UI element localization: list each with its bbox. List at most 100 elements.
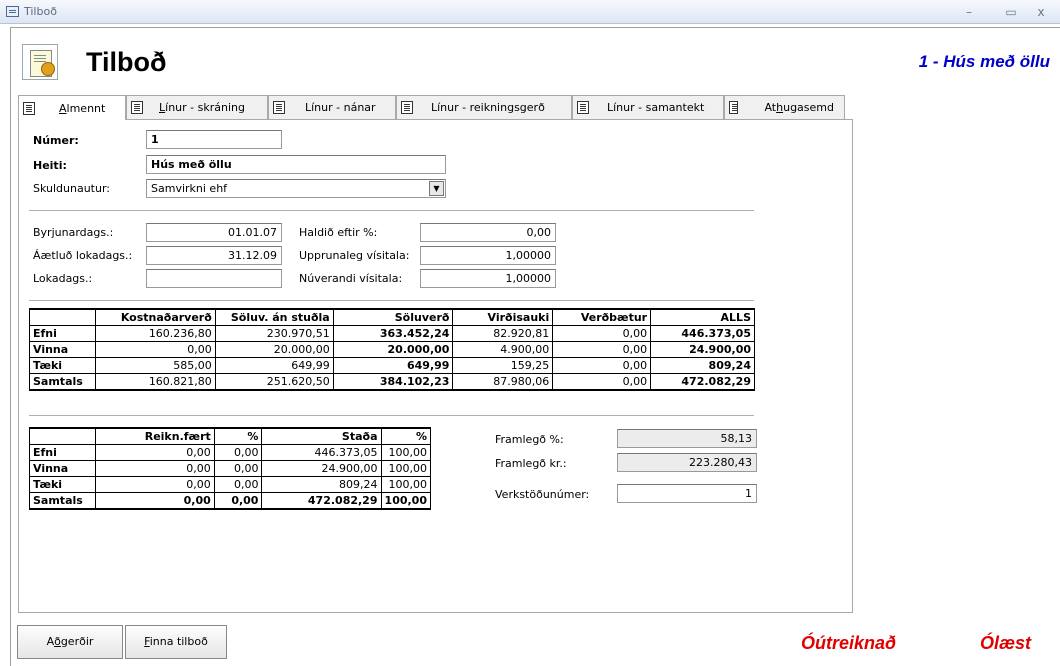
numer-field[interactable]: 1: [146, 130, 282, 149]
table-row: Vinna 0,00 20.000,00 20.000,00 4.900,00 …: [29, 341, 755, 358]
table-cell: 446.373,05: [261, 444, 382, 461]
table-cell: 0,00: [552, 357, 652, 374]
tab-almennt[interactable]: Almennt: [18, 95, 126, 120]
table-cell: 0,00: [552, 341, 652, 358]
upprunaleg-visitala-field[interactable]: 1,00000: [420, 246, 556, 265]
tab-label: lmennt: [66, 101, 106, 115]
aaetlud-lokadags-field[interactable]: 31.12.09: [146, 246, 282, 265]
tab-athugasemd[interactable]: Athugasemd: [724, 95, 845, 119]
window-title: Tilboð: [24, 5, 57, 18]
byrjunardags-label: Byrjunardags.:: [33, 226, 114, 239]
form-icon: [22, 44, 58, 80]
column-header: %: [213, 427, 263, 445]
divider: [29, 415, 754, 416]
skuldunautur-combobox[interactable]: Samvirkni ehf ▼: [146, 179, 446, 198]
table-cell: 649,99: [332, 357, 454, 374]
actions-button-label: Aðgerðir: [46, 635, 94, 648]
table-cell: 100,00: [380, 476, 431, 493]
lokadags-field[interactable]: [146, 269, 282, 288]
table-cell: 384.102,23: [332, 373, 454, 391]
tab-bar: Almennt Línur - skráning Línur - nánar L…: [18, 95, 845, 120]
tab-label: At: [764, 101, 777, 114]
table-cell: 585,00: [94, 357, 216, 374]
restore-icon[interactable]: ▭: [1000, 3, 1022, 21]
table-cell: 160.236,80: [94, 325, 216, 342]
find-offer-button[interactable]: Finna tilboð: [125, 625, 227, 659]
list-icon: [401, 101, 413, 114]
list-icon: [131, 101, 143, 114]
tab-panel-almennt: Númer: 1 Heiti: Hús með öllu Skuldunautu…: [18, 119, 853, 613]
invoicing-table: Reikn.fært % Staða % Efni 0,00 0,00 446.…: [29, 427, 431, 510]
minimize-icon[interactable]: –: [958, 3, 980, 21]
table-cell: 0,00: [213, 444, 263, 461]
tab-label-accel: A: [59, 101, 67, 115]
tab-label: ugasemd: [783, 101, 834, 114]
table-cell: 809,24: [261, 476, 382, 493]
skuldunautur-label: Skuldunautur:: [33, 182, 110, 195]
framlegd-pct-field: 58,13: [617, 429, 757, 448]
accel-key: ð: [54, 635, 61, 648]
column-header: [29, 427, 96, 445]
window-titlebar: Tilboð – ▭ x: [0, 0, 1060, 24]
table-cell: 159,25: [452, 357, 554, 374]
page-title: Tilboð: [86, 47, 167, 77]
column-header: Verðbætur: [552, 308, 652, 326]
table-row: Tæki 0,00 0,00 809,24 100,00: [29, 476, 431, 493]
table-total-row: Samtals 0,00 0,00 472.082,29 100,00: [29, 492, 431, 510]
list-icon: [273, 101, 285, 114]
column-header: [29, 308, 96, 326]
column-header: %: [380, 427, 431, 445]
haldid-eftir-field[interactable]: 0,00: [420, 223, 556, 242]
table-row: Vinna 0,00 0,00 24.900,00 100,00: [29, 460, 431, 477]
byrjunardags-field[interactable]: 01.01.07: [146, 223, 282, 242]
row-label: Samtals: [29, 492, 96, 510]
actions-button[interactable]: Aðgerðir: [17, 625, 123, 659]
heiti-label: Heiti:: [33, 159, 67, 172]
tab-linur-samantekt[interactable]: Línur - samantekt: [572, 95, 724, 119]
table-cell: 363.452,24: [332, 325, 454, 342]
tab-linur-reikningsgerd[interactable]: Línur - reikningsgerð: [396, 95, 572, 119]
framlegd-kr-field: 223.280,43: [617, 453, 757, 472]
nuverandi-visitala-label: Núverandi vísitala:: [299, 272, 403, 285]
column-header: ALLS: [650, 308, 755, 326]
lokadags-label: Lokadags.:: [33, 272, 93, 285]
table-header-row: Reikn.fært % Staða %: [29, 427, 431, 445]
table-cell: 100,00: [380, 492, 431, 510]
heiti-field[interactable]: Hús með öllu: [146, 155, 446, 174]
tab-linur-skraning[interactable]: Línur - skráning: [126, 95, 268, 119]
table-cell: 0,00: [94, 476, 215, 493]
aaetlud-lokadags-label: Áætluð lokadags.:: [33, 249, 133, 262]
tab-linur-nanar[interactable]: Línur - nánar: [268, 95, 396, 119]
table-total-row: Samtals 160.821,80 251.620,50 384.102,23…: [29, 373, 755, 391]
column-header: Staða: [261, 427, 382, 445]
table-cell: 0,00: [94, 341, 216, 358]
note-icon: [729, 101, 739, 114]
table-cell: 0,00: [94, 460, 215, 477]
form-window-icon: [6, 6, 19, 17]
table-cell: 230.970,51: [214, 325, 334, 342]
lock-status: Ólæst: [980, 633, 1032, 653]
table-cell: 24.900,00: [650, 341, 755, 358]
verkstodunumer-label: Verkstöðunúmer:: [495, 488, 590, 501]
table-cell: 87.980,06: [452, 373, 554, 391]
row-label: Vinna: [29, 460, 96, 477]
row-label: Vinna: [29, 341, 96, 358]
table-cell: 20.000,00: [214, 341, 334, 358]
row-label: Tæki: [29, 476, 96, 493]
table-cell: 0,00: [94, 492, 215, 510]
framlegd-pct-label: Framlegð %:: [495, 433, 564, 446]
chevron-down-icon[interactable]: ▼: [429, 181, 444, 196]
table-cell: 160.821,80: [94, 373, 216, 391]
nuverandi-visitala-field[interactable]: 1,00000: [420, 269, 556, 288]
row-label: Tæki: [29, 357, 96, 374]
row-label: Samtals: [29, 373, 96, 391]
table-cell: 4.900,00: [452, 341, 554, 358]
table-row: Efni 160.236,80 230.970,51 363.452,24 82…: [29, 325, 755, 342]
cost-summary-table: Kostnaðarverð Söluv. án stuðla Söluverð …: [29, 308, 755, 391]
table-cell: 0,00: [552, 373, 652, 391]
close-icon[interactable]: x: [1030, 3, 1052, 21]
table-cell: 809,24: [650, 357, 755, 374]
verkstodunumer-field[interactable]: 1: [617, 484, 757, 503]
column-header: Söluv. án stuðla: [214, 308, 334, 326]
table-cell: 0,00: [213, 492, 263, 510]
